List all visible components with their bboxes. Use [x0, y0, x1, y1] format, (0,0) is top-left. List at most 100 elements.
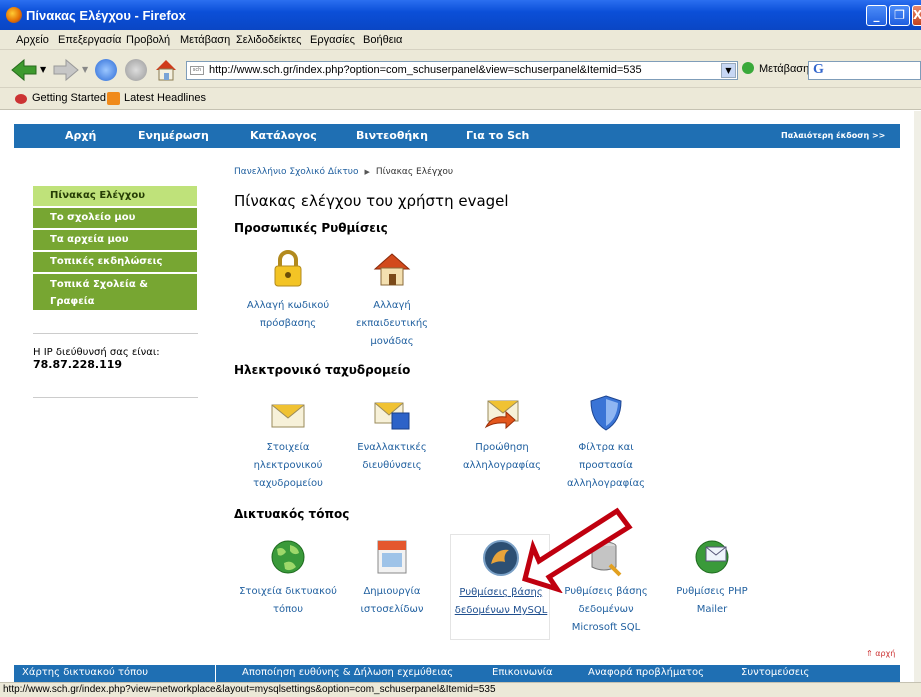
house-icon: [373, 253, 411, 286]
item-label: εκπαιδευτικής: [355, 318, 429, 329]
page-favicon-icon: sch: [190, 66, 204, 75]
item-label: διευθύνσεις: [362, 460, 422, 471]
footer-sitemap[interactable]: Χάρτης δικτυακού τόπου: [22, 667, 148, 678]
red-arrow-annotation: [522, 507, 633, 593]
footer-disclaimer[interactable]: Αποποίηση ευθύνης & Δήλωση εχεμύθειας: [242, 667, 453, 678]
page-title: Πίνακας ελέγχου του χρήστη evagel: [234, 192, 509, 210]
navigation-toolbar: ▼ ▼ sch http://www.sch.gr/index.php?opti…: [0, 50, 921, 88]
window-title: Πίνακας Ελέγχου - Firefox: [26, 8, 186, 23]
forward-dropdown-icon[interactable]: ▼: [82, 65, 88, 74]
nav-catalog[interactable]: Κατάλογος: [250, 129, 317, 142]
breadcrumb-arrow-icon: ▶: [364, 168, 370, 176]
nav-about[interactable]: Για το Sch: [466, 129, 529, 142]
old-version-link[interactable]: Παλαιότερη έκδοση >>: [781, 131, 885, 140]
website-info-item[interactable]: Στοιχεία δικτυακού τόπου: [238, 537, 338, 637]
go-button[interactable]: Μετάβαση: [742, 62, 809, 75]
menu-tools[interactable]: Εργασίες: [310, 34, 355, 46]
envelope-alt-icon: [374, 402, 410, 430]
forward-icon[interactable]: [52, 58, 80, 82]
sidebar-item-local-events[interactable]: Τοπικές εκδηλώσεις: [33, 252, 197, 272]
menu-file[interactable]: Αρχείο: [16, 34, 49, 46]
menu-go[interactable]: Μετάβαση: [180, 34, 230, 46]
footer-report-problem[interactable]: Αναφορά προβλήματος: [588, 667, 704, 678]
breadcrumb: Πανελλήνιο Σχολικό Δίκτυο ▶ Πίνακας Ελέγχο…: [234, 167, 453, 177]
nav-home[interactable]: Αρχή: [65, 129, 96, 142]
top-navigation: Αρχή Ενημέρωση Κατάλογος Βιντεοθήκη Για …: [14, 124, 900, 148]
bookmark-getting-started[interactable]: Getting Started: [32, 92, 106, 104]
item-label: ηλεκτρονικού: [253, 460, 323, 471]
lock-icon: [274, 250, 302, 287]
sidebar-divider: [33, 333, 198, 334]
search-box[interactable]: G: [808, 61, 921, 80]
breadcrumb-current: Πίνακας Ελέγχου: [375, 167, 454, 177]
ip-value: 78.87.228.119: [33, 358, 123, 371]
change-password-item[interactable]: Αλλαγή κωδικού πρόσβασης: [238, 249, 338, 355]
minimize-icon[interactable]: _: [866, 5, 887, 26]
rss-icon: [107, 92, 120, 105]
back-dropdown-icon[interactable]: ▼: [40, 65, 46, 74]
item-label: μονάδας: [370, 336, 414, 347]
item-label: Ρυθμίσεις PHP: [676, 586, 748, 597]
vertical-scrollbar[interactable]: [914, 111, 921, 682]
item-label: ταχυδρομείου: [253, 478, 323, 489]
footer-contact[interactable]: Επικοινωνία: [492, 667, 553, 678]
sidebar-item-label: Τοπικά Σχολεία &: [50, 279, 148, 290]
menu-bookmarks[interactable]: Σελιδοδείκτες: [236, 34, 301, 46]
php-mailer-item[interactable]: Ρυθμίσεις PHP Mailer: [662, 537, 762, 637]
email-info-item[interactable]: Στοιχεία ηλεκτρονικού ταχυδρομείου: [238, 393, 338, 493]
menu-edit[interactable]: Επεξεργασία: [58, 34, 121, 46]
back-to-top-link[interactable]: ⇑ αρχή: [866, 649, 895, 658]
bookmark-latest-headlines[interactable]: Latest Headlines: [124, 92, 206, 104]
reload-icon[interactable]: [95, 59, 117, 81]
sidebar-item-label: Γραφεία: [50, 296, 95, 307]
forward-mail-icon: [484, 400, 519, 430]
address-input[interactable]: http://www.sch.gr/index.php?option=com_s…: [209, 64, 642, 76]
back-icon[interactable]: [10, 58, 38, 82]
sidebar-item-local-schools[interactable]: Τοπικά Σχολεία & Γραφεία: [33, 274, 197, 310]
item-label: αλληλογραφίας: [566, 478, 646, 489]
item-label: δεδομένων MySQL: [454, 605, 548, 616]
stop-icon[interactable]: [125, 59, 147, 81]
mysql-icon: [483, 540, 519, 576]
item-label: τόπου: [272, 604, 304, 615]
ip-label: Η IP διεύθυνσή σας είναι:: [33, 347, 160, 358]
alt-addresses-item[interactable]: Εναλλακτικές διευθύνσεις: [342, 393, 442, 493]
maximize-icon[interactable]: ❐: [889, 5, 910, 26]
item-label: προστασία: [579, 460, 633, 471]
sidebar-item-my-school[interactable]: Το σχολείο μου: [33, 208, 197, 228]
address-dropdown-icon[interactable]: ▼: [721, 63, 736, 78]
web-pages-item[interactable]: Δημιουργία ιστοσελίδων: [342, 537, 442, 637]
menu-bar: Αρχείο Επεξεργασία Προβολή Μετάβαση Σελι…: [0, 30, 921, 50]
menu-view[interactable]: Προβολή: [126, 34, 170, 46]
breadcrumb-home[interactable]: Πανελλήνιο Σχολικό Δίκτυο: [234, 167, 358, 177]
mail-globe-icon: [695, 540, 729, 574]
menu-help[interactable]: Βοήθεια: [363, 34, 402, 46]
section-title-personal: Προσωπικές Ρυθμίσεις: [234, 221, 388, 235]
mail-filters-item[interactable]: Φίλτρα και προστασία αλληλογραφίας: [556, 393, 656, 493]
google-search-icon: G: [813, 62, 824, 77]
firefox-logo-icon: [6, 7, 22, 23]
item-label: Στοιχεία: [266, 442, 310, 453]
nav-news[interactable]: Ενημέρωση: [138, 129, 209, 142]
status-url: http://www.sch.gr/index.php?view=network…: [3, 684, 496, 695]
title-bar: Πίνακας Ελέγχου - Firefox _ ❐ X: [0, 0, 921, 30]
sidebar-item-control-panel[interactable]: Πίνακας Ελέγχου: [33, 186, 197, 206]
item-label: Δημιουργία: [363, 586, 421, 597]
footer-divider: [215, 665, 216, 682]
footer-shortcuts[interactable]: Συντομεύσεις: [741, 667, 809, 678]
go-label: Μετάβαση: [759, 63, 810, 75]
sidebar-item-my-files[interactable]: Τα αρχεία μου: [33, 230, 197, 250]
mail-forward-item[interactable]: Προώθηση αλληλογραφίας: [452, 393, 552, 493]
nav-videos[interactable]: Βιντεοθήκη: [356, 129, 428, 142]
item-label: Προώθηση: [475, 442, 529, 453]
item-label: Mailer: [696, 604, 728, 615]
getting-started-icon: [15, 94, 27, 104]
sidebar-divider: [33, 397, 198, 398]
address-bar[interactable]: sch http://www.sch.gr/index.php?option=c…: [186, 61, 738, 80]
footer-bar: Χάρτης δικτυακού τόπου Αποποίηση ευθύνης…: [14, 665, 900, 682]
status-bar: http://www.sch.gr/index.php?view=network…: [0, 682, 921, 697]
item-label: Στοιχεία δικτυακού: [239, 586, 337, 597]
home-icon[interactable]: [153, 57, 179, 83]
change-school-item[interactable]: Αλλαγή εκπαιδευτικής μονάδας: [342, 249, 442, 355]
close-icon[interactable]: X: [912, 5, 921, 26]
